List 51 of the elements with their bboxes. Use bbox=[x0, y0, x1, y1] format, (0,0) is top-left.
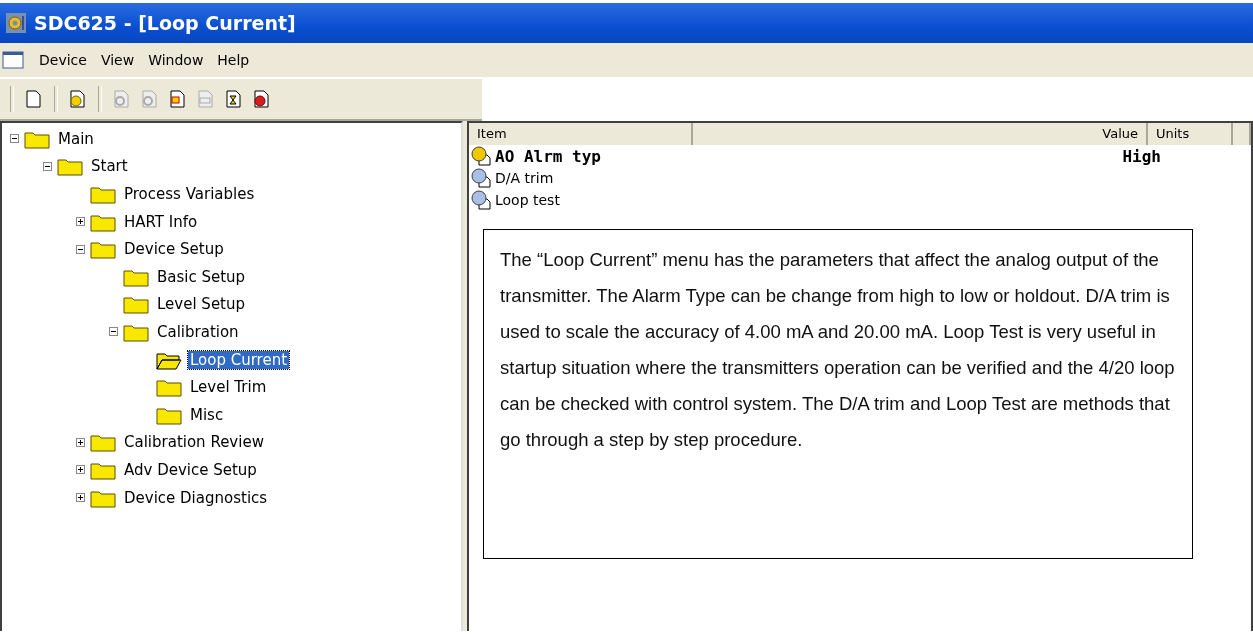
column-header[interactable]: Item bbox=[469, 123, 693, 145]
expander[interactable] bbox=[109, 327, 118, 337]
menu-item[interactable]: Device bbox=[32, 50, 94, 70]
item-name[interactable]: AO Alrm typ bbox=[495, 146, 795, 166]
item-name[interactable]: Loop test bbox=[495, 192, 795, 208]
tree-item[interactable]: Misc bbox=[188, 405, 226, 424]
method-icon bbox=[471, 168, 491, 188]
folder-icon bbox=[90, 239, 116, 260]
tree-item[interactable]: Device Diagnostics bbox=[122, 488, 270, 507]
tree-item[interactable]: Loop Current bbox=[188, 350, 290, 369]
document-icon bbox=[196, 89, 216, 109]
folder-icon bbox=[123, 294, 149, 315]
menu-item[interactable]: Window bbox=[141, 50, 211, 70]
tree-item[interactable]: Calibration Review bbox=[122, 433, 266, 452]
folder-icon bbox=[156, 377, 182, 398]
document-icon bbox=[24, 89, 44, 109]
document-icon bbox=[224, 89, 244, 109]
expander[interactable] bbox=[10, 134, 19, 144]
document-icon bbox=[112, 89, 132, 109]
tree-item[interactable]: Start bbox=[89, 157, 130, 176]
folder-icon bbox=[90, 432, 116, 453]
expander[interactable] bbox=[76, 244, 85, 254]
expander[interactable] bbox=[76, 493, 85, 502]
tree-item[interactable]: Main bbox=[56, 129, 96, 148]
document-icon bbox=[140, 89, 160, 109]
tree-item[interactable]: Device Setup bbox=[122, 240, 226, 259]
method-icon bbox=[471, 190, 491, 210]
folder-icon bbox=[90, 184, 116, 204]
variable-icon bbox=[471, 146, 491, 166]
column-header[interactable]: Value bbox=[693, 123, 1148, 145]
expander[interactable] bbox=[76, 217, 85, 227]
document-icon bbox=[252, 89, 272, 109]
menu-item[interactable]: View bbox=[93, 50, 142, 70]
tree-item[interactable]: HART Info bbox=[122, 212, 200, 231]
tree-item[interactable]: Basic Setup bbox=[155, 267, 248, 286]
item-value: High bbox=[1121, 146, 1161, 166]
window-title: SDC625 - [Loop Current] bbox=[34, 12, 296, 34]
expander[interactable] bbox=[76, 465, 85, 475]
expander[interactable] bbox=[43, 161, 52, 171]
tree-item[interactable]: Process Variables bbox=[122, 185, 257, 203]
tree-item[interactable]: Level Trim bbox=[188, 378, 269, 397]
menu-item[interactable]: Help bbox=[210, 50, 257, 70]
expander[interactable] bbox=[76, 437, 85, 447]
document-icon bbox=[168, 89, 188, 109]
tree-item[interactable]: Level Setup bbox=[155, 295, 248, 314]
column-header[interactable]: Units bbox=[1148, 123, 1233, 145]
note-text: The “Loop Current” menu has the parameters that affect the analog output of the transmitter. The Alarm Type can be change from high to low or holdout. D/A trim is used to scale the accuracy of 4.00 mA and 20.00 mA. Loop Test is very useful in startup situation where the transmitters operation can be verified and the 4/20 loop can be checked with control system. The D/A trim and Loop Test are methods that go through a step by step procedure. bbox=[483, 229, 1193, 559]
tree-item[interactable]: Adv Device Setup bbox=[122, 460, 259, 479]
tree-item[interactable]: Calibration bbox=[155, 322, 241, 341]
folder-icon bbox=[57, 156, 83, 177]
item-name[interactable]: D/A trim bbox=[495, 170, 795, 186]
